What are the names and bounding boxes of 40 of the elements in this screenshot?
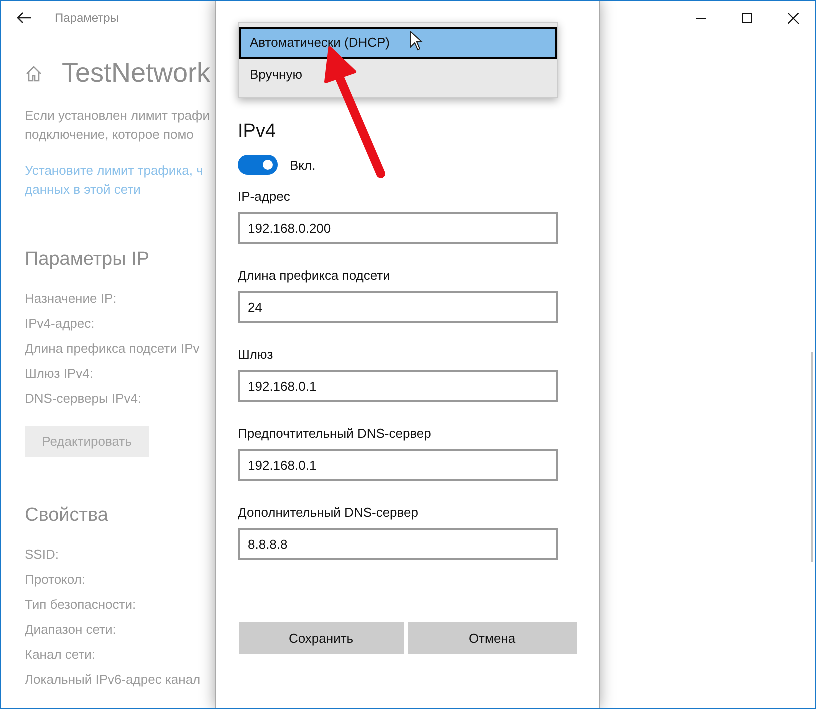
home-icon[interactable] bbox=[26, 66, 42, 82]
window-title: Параметры bbox=[55, 11, 119, 25]
property-label: Тип безопасности: bbox=[25, 596, 138, 614]
ipv4-toggle[interactable] bbox=[238, 155, 278, 175]
scrollbar[interactable] bbox=[811, 352, 813, 562]
property-label: Длина префикса подсети IPv bbox=[25, 340, 201, 358]
field-label: Дополнительный DNS-сервер bbox=[238, 505, 420, 520]
property-label: Шлюз IPv4: bbox=[25, 365, 94, 383]
property-label: IPv4-адрес: bbox=[25, 315, 96, 333]
input-field[interactable]: 192.168.0.1 bbox=[238, 449, 558, 481]
field-label: Шлюз bbox=[238, 347, 274, 362]
maximize-icon bbox=[742, 13, 752, 23]
field-label: IP-адрес bbox=[238, 189, 292, 204]
input-field[interactable]: 24 bbox=[238, 291, 558, 323]
input-field[interactable]: 192.168.0.200 bbox=[238, 212, 558, 244]
back-icon[interactable] bbox=[17, 12, 31, 24]
property-label: DNS-серверы IPv4: bbox=[25, 390, 143, 408]
toggle-label: Вкл. bbox=[290, 158, 316, 172]
property-label: Назначение IP: bbox=[25, 290, 118, 308]
property-label: Локальный IPv6-адрес канал bbox=[25, 671, 202, 689]
input-field[interactable]: 8.8.8.8 bbox=[238, 528, 558, 560]
section-heading: Параметры IP bbox=[25, 249, 151, 271]
mouse-pointer-icon bbox=[410, 31, 423, 51]
dropdown-option[interactable]: Вручную bbox=[239, 59, 557, 91]
input-field[interactable]: 192.168.0.1 bbox=[238, 370, 558, 402]
close-icon bbox=[788, 12, 798, 24]
property-label: SSID: bbox=[25, 546, 60, 564]
ipv4-heading: IPv4 bbox=[238, 121, 278, 143]
description-text: Если установлен лимит трафи bbox=[25, 108, 210, 123]
page-title: TestNetwork bbox=[62, 58, 211, 89]
dropdown-option[interactable]: Автоматически (DHCP) bbox=[239, 27, 557, 59]
save-button[interactable]: Сохранить bbox=[239, 622, 404, 654]
description-text: подключение, которое помо bbox=[25, 127, 194, 142]
property-label: Канал сети: bbox=[25, 646, 97, 664]
field-label: Предпочтительный DNS-сервер bbox=[238, 426, 432, 441]
property-label: Диапазон сети: bbox=[25, 621, 118, 639]
field-label: Длина префикса подсети bbox=[238, 268, 392, 283]
section-heading: Свойства bbox=[25, 505, 110, 527]
cancel-button[interactable]: Отмена bbox=[408, 622, 577, 654]
property-label: Протокол: bbox=[25, 571, 87, 589]
